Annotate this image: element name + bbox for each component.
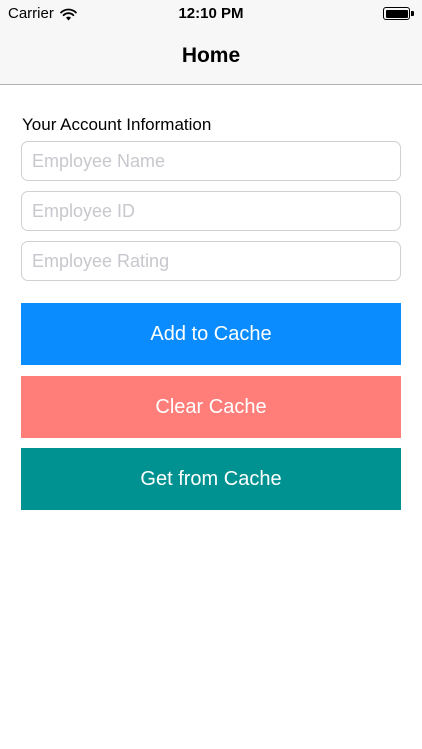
employee-id-input[interactable] (21, 191, 401, 231)
section-label: Your Account Information (22, 115, 212, 134)
battery-body (383, 7, 410, 20)
battery-cap (411, 11, 414, 16)
get-from-cache-button[interactable]: Get from Cache (21, 448, 401, 510)
employee-name-input[interactable] (21, 141, 401, 181)
page-title: Home (181, 44, 241, 67)
status-time: 12:10 PM (178, 5, 244, 22)
add-to-cache-button[interactable]: Add to Cache (21, 303, 401, 365)
battery-icon (383, 7, 414, 20)
status-bar: Carrier 12:10 PM (0, 0, 422, 28)
clear-cache-button[interactable]: Clear Cache (21, 376, 401, 438)
battery-fill (385, 9, 408, 18)
navigation-bar: Home (0, 28, 422, 85)
employee-rating-input[interactable] (21, 241, 401, 281)
